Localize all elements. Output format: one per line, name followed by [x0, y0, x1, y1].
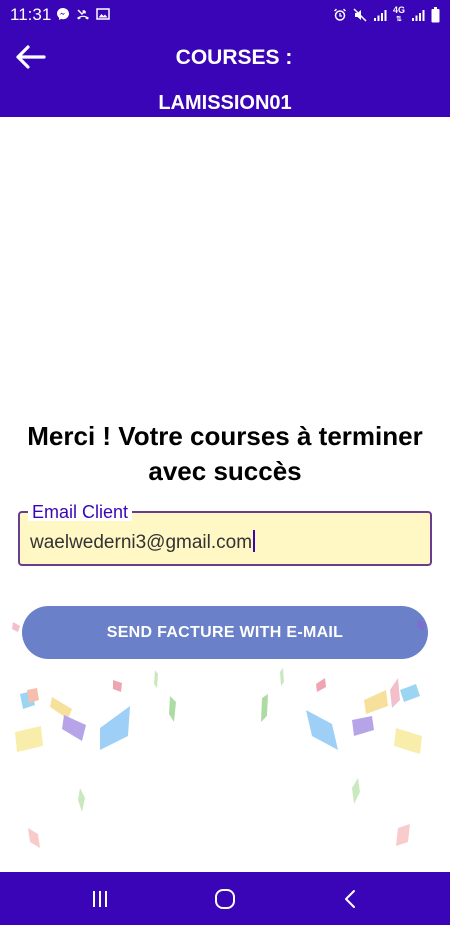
signal-4g-icon: 4G ⇅ — [392, 5, 405, 24]
email-field-value[interactable]: waelwederni3@gmail.com — [30, 532, 252, 553]
signal-icon — [373, 10, 387, 21]
network-label: 4G — [392, 5, 405, 15]
status-time: 11:31 — [10, 5, 52, 24]
recents-icon[interactable] — [86, 885, 114, 913]
mute-icon — [353, 8, 367, 22]
home-icon[interactable] — [211, 885, 239, 913]
back-nav-icon[interactable] — [337, 885, 365, 913]
success-message: Merci ! Votre courses à terminer avec su… — [27, 421, 423, 486]
status-left-icons — [56, 7, 110, 21]
status-right-icons: 4G ⇅ — [333, 6, 440, 24]
email-field[interactable]: Email Client waelwederni3@gmail.com — [18, 503, 432, 566]
email-field-value-wrap[interactable]: waelwederni3@gmail.com — [30, 530, 256, 554]
email-field-label: Email Client — [28, 503, 133, 521]
messenger-icon — [57, 8, 69, 20]
signal-icon — [412, 10, 425, 21]
missed-call-icon — [77, 9, 89, 20]
text-caret — [253, 530, 256, 552]
alarm-icon — [333, 8, 346, 21]
status-bar: 11:31 4G ⇅ — [0, 0, 450, 30]
send-facture-button[interactable]: SEND FACTURE WITH E-MAIL — [22, 606, 428, 659]
mission-name: LAMISSION01 — [158, 92, 292, 114]
page-title: COURSES : — [175, 46, 293, 69]
image-icon — [96, 8, 110, 20]
app-bar: COURSES : LAMISSION01 — [0, 30, 450, 117]
navigation-bar — [0, 872, 450, 925]
battery-icon — [431, 7, 440, 23]
